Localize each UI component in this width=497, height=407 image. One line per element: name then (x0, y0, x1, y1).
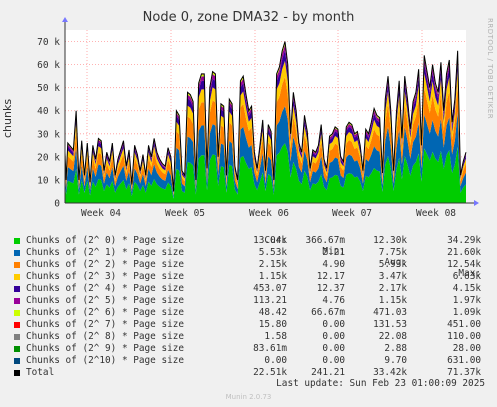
munin-version: Munin 2.0.73 (225, 393, 272, 401)
y-tick-label: 0 (54, 199, 60, 210)
y-tick-label: 70 k (37, 37, 60, 48)
x-axis-arrow (474, 200, 479, 206)
x-tick-label: Week 08 (416, 208, 456, 219)
x-tick-label: Week 07 (332, 208, 372, 219)
y-tick-label: 40 k (37, 106, 60, 117)
y-tick-label: 60 k (37, 60, 60, 71)
x-tick-label: Week 05 (165, 208, 205, 219)
y-tick-label: 20 k (37, 152, 60, 163)
plot-area: 0 10 k 20 k 30 k 40 k 50 k 60 k 70 k Week 04 Week… (37, 17, 479, 219)
y-tick-label: 10 k (37, 175, 60, 186)
x-tick-label: Week 04 (81, 208, 121, 219)
munin-graph: Node 0, zone DMA32 - by month chunks RRD… (0, 0, 497, 407)
y-tick-label: 50 k (37, 83, 60, 94)
y-axis-arrow (62, 17, 68, 22)
x-tick-label: Week 06 (249, 208, 289, 219)
last-update-text: Last update: Sun Feb 23 01:00:09 2025 (276, 378, 485, 389)
y-tick-label: 30 k (37, 129, 60, 140)
